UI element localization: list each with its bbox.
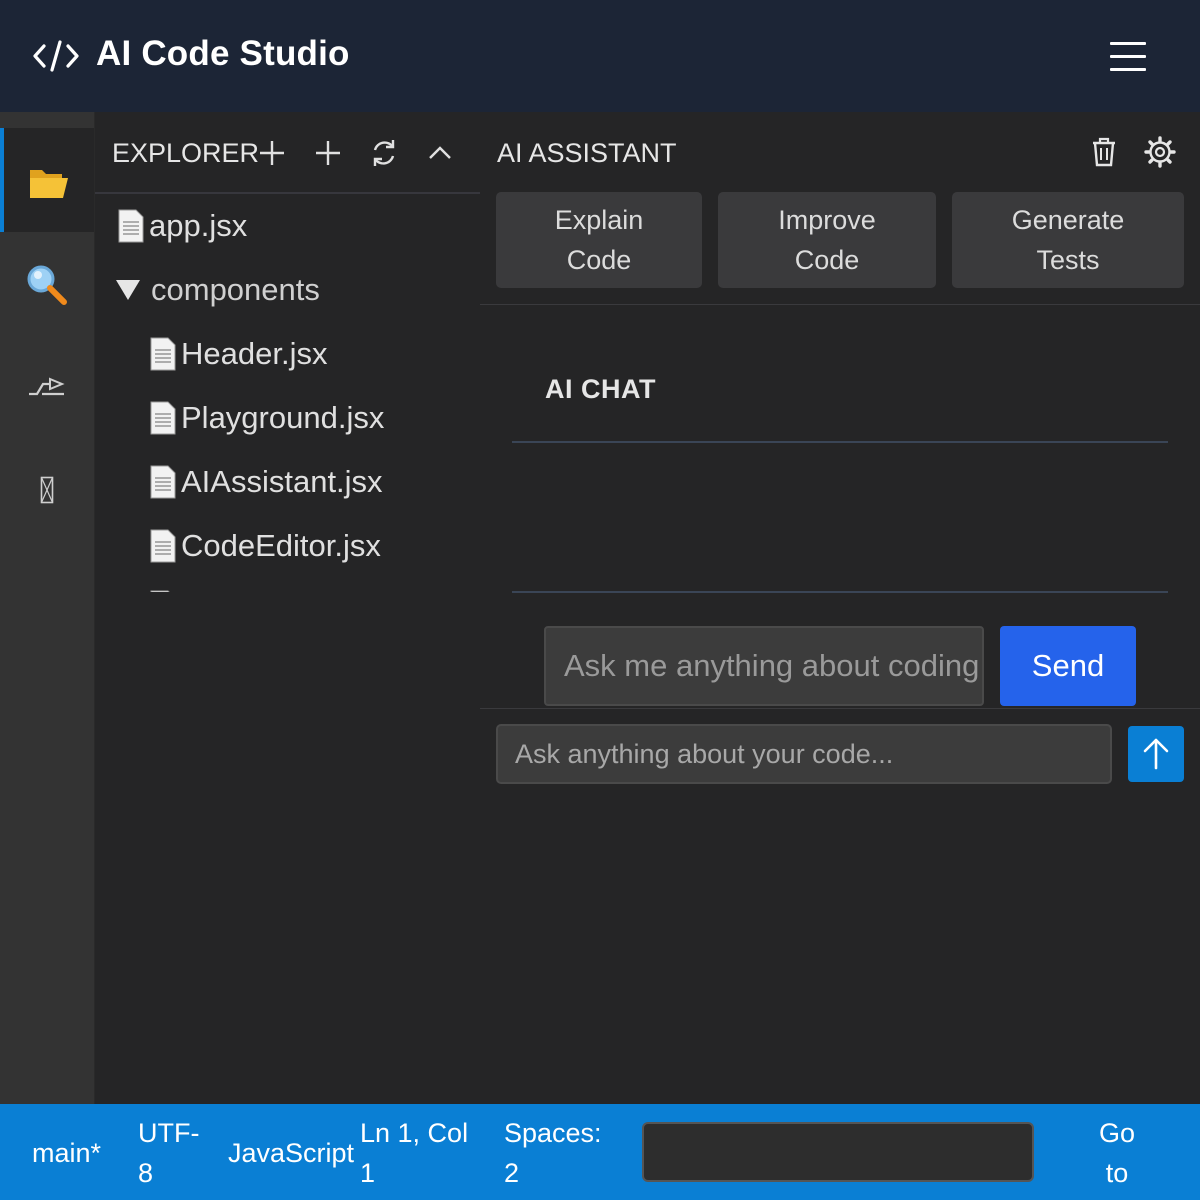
position-line1: Ln 1, Col <box>360 1118 469 1148</box>
hamburger-bar <box>1110 68 1146 71</box>
input-divider <box>480 708 1200 709</box>
new-file-icon[interactable] <box>255 136 289 170</box>
generate-tests-button[interactable]: Generate Tests <box>952 192 1184 288</box>
tree-file-playground[interactable]: Playground.jsx <box>149 398 384 438</box>
button-label: Generate Tests <box>1012 200 1125 280</box>
explorer-panel: EXPLORER app.jsx components Header.jsx P… <box>95 112 480 592</box>
tree-file-label: Playground.jsx <box>181 400 385 435</box>
send-button[interactable]: Send <box>1000 626 1136 706</box>
tests-label-line2: Tests <box>1036 245 1100 275</box>
actions-divider <box>480 304 1200 305</box>
ai-assistant-title: AI ASSISTANT <box>497 138 677 168</box>
status-language[interactable]: JavaScript <box>228 1133 354 1173</box>
gear-icon[interactable] <box>1142 134 1178 170</box>
git-branch-icon <box>29 377 65 396</box>
code-brackets-icon <box>33 40 79 72</box>
encoding-line2: 8 <box>138 1158 154 1188</box>
status-encoding[interactable]: UTF- 8 <box>138 1113 199 1193</box>
tree-file-label: CodeEditor.jsx <box>181 528 381 563</box>
chat-messages-area <box>512 443 1168 591</box>
spaces-line2: 2 <box>504 1158 520 1188</box>
explain-label-line2: Code <box>566 245 632 275</box>
activity-extensions[interactable] <box>0 440 94 544</box>
goto-line-input[interactable] <box>642 1122 1034 1182</box>
refresh-icon[interactable] <box>367 136 401 170</box>
chat-input[interactable]: Ask me anything about coding <box>544 626 984 706</box>
hamburger-menu-icon <box>1110 42 1146 45</box>
status-position[interactable]: Ln 1, Col 1 <box>360 1113 468 1193</box>
spaces-line1: Spaces: <box>504 1118 602 1148</box>
improve-label-line2: Code <box>794 245 860 275</box>
tests-label-line1: Generate <box>1011 205 1125 235</box>
tree-file-app[interactable]: app.jsx <box>117 206 247 246</box>
tree-folder-label: components <box>151 272 320 307</box>
position-line2: 1 <box>360 1158 376 1188</box>
trash-icon[interactable] <box>1086 134 1122 170</box>
hamburger-bar <box>1110 55 1146 58</box>
file-icon <box>118 209 144 243</box>
search-icon <box>27 265 67 305</box>
tree-file-label: AIAssistant.jsx <box>181 464 383 499</box>
goto-line1: Go to <box>1098 1118 1136 1188</box>
explain-label-line1: Explain <box>554 205 644 235</box>
activity-source-control[interactable] <box>0 336 94 440</box>
explorer-title: EXPLORER <box>112 138 260 168</box>
tree-folder-components[interactable]: components <box>115 270 320 310</box>
file-icon <box>150 529 176 563</box>
status-spaces[interactable]: Spaces: 2 <box>504 1113 602 1193</box>
chat-bottom-rule <box>512 591 1168 593</box>
explain-code-button[interactable]: Explain Code <box>496 192 702 288</box>
code-input-placeholder: Ask anything about your code... <box>515 738 894 769</box>
explorer-divider <box>95 192 480 194</box>
missing-glyph-icon <box>40 476 54 504</box>
encoding-line1: UTF- <box>138 1118 200 1148</box>
ai-chat-heading: AI CHAT <box>545 374 656 404</box>
status-goto-line[interactable]: Go to line <box>1084 1113 1150 1200</box>
file-icon <box>150 337 176 371</box>
submit-button[interactable] <box>1128 726 1184 782</box>
activity-search[interactable] <box>0 232 94 336</box>
tree-file-label: app.jsx <box>149 208 248 243</box>
activity-bar <box>0 112 95 1104</box>
improve-code-button[interactable]: Improve Code <box>718 192 936 288</box>
tree-file-header[interactable]: Header.jsx <box>149 334 327 374</box>
app-title: AI Code Studio <box>96 34 350 73</box>
app-header: AI Code Studio <box>0 0 1200 112</box>
code-question-input[interactable]: Ask anything about your code... <box>496 724 1112 784</box>
new-folder-icon[interactable] <box>311 136 345 170</box>
arrow-up-icon <box>1143 738 1169 770</box>
goto-line2: line <box>1084 1193 1150 1200</box>
chat-input-placeholder: Ask me anything about coding <box>564 648 980 683</box>
file-icon <box>150 590 170 592</box>
button-label: Improve Code <box>778 200 876 280</box>
status-branch[interactable]: main* <box>32 1133 101 1173</box>
tree-file-label: Header.jsx <box>181 336 328 371</box>
hamburger-menu-button[interactable] <box>1106 38 1150 74</box>
folder-icon <box>30 170 68 198</box>
file-icon <box>150 465 176 499</box>
improve-label-line1: Improve <box>778 205 876 235</box>
button-label: Explain Code <box>555 200 644 280</box>
tree-file-codeeditor[interactable]: CodeEditor.jsx <box>149 526 381 566</box>
tree-file-aiassistant[interactable]: AIAssistant.jsx <box>149 462 383 502</box>
collapse-icon[interactable] <box>423 136 457 170</box>
file-icon <box>150 401 176 435</box>
activity-explorer[interactable] <box>0 128 94 232</box>
expand-arrow-icon <box>116 280 140 300</box>
